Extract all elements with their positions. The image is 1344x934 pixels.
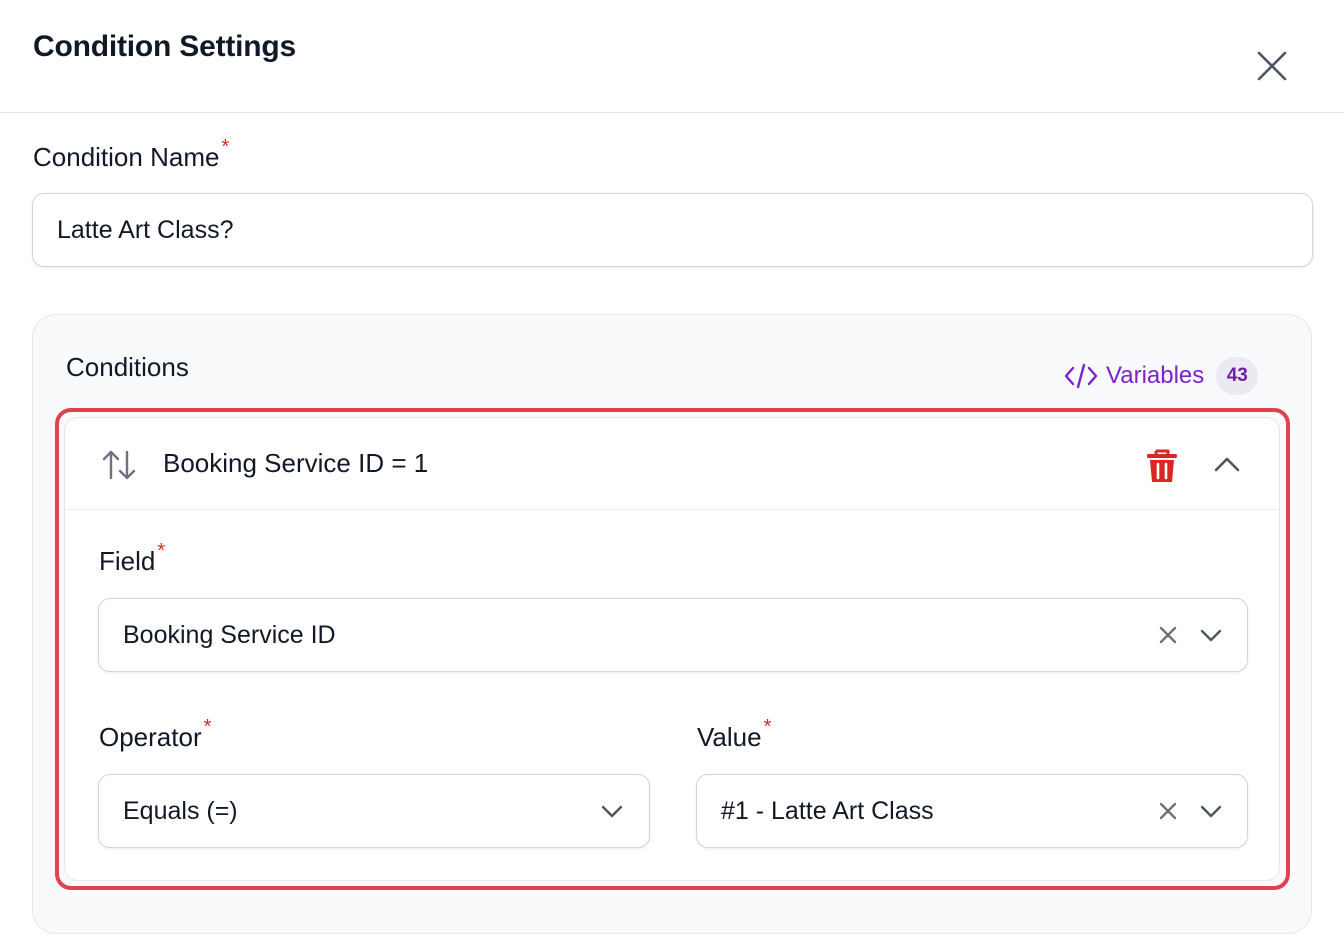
chevron-down-icon[interactable] — [1199, 800, 1223, 822]
field-select-value: Booking Service ID — [123, 620, 336, 649]
value-select[interactable]: #1 - Latte Art Class — [696, 774, 1248, 848]
variables-count-badge: 43 — [1216, 357, 1259, 395]
clear-value-icon[interactable] — [1157, 800, 1179, 822]
operator-label: Operator * — [99, 716, 211, 753]
field-label: Field * — [99, 540, 165, 577]
variables-button[interactable]: Variables 43 — [1064, 357, 1259, 395]
required-mark: * — [203, 716, 212, 738]
condition-name-label-text: Condition Name — [33, 142, 220, 172]
chevron-up-icon[interactable] — [1211, 450, 1243, 480]
chevron-down-icon[interactable] — [1199, 624, 1223, 646]
operator-select[interactable]: Equals (=) — [98, 774, 650, 848]
value-label-text: Value — [697, 722, 762, 752]
value-label: Value * — [697, 716, 771, 753]
condition-name-label: Condition Name * — [33, 136, 229, 173]
close-icon — [1257, 51, 1287, 81]
required-mark: * — [763, 716, 772, 738]
clear-field-icon[interactable] — [1157, 624, 1179, 646]
close-button[interactable] — [1250, 44, 1294, 88]
modal-title: Condition Settings — [33, 30, 297, 63]
required-mark: * — [157, 540, 166, 562]
code-icon — [1064, 363, 1098, 389]
condition-card: Booking Service ID = 1 Field * Booking Se… — [64, 417, 1280, 881]
field-label-text: Field — [99, 546, 156, 576]
delete-condition-icon[interactable] — [1145, 448, 1179, 484]
value-select-value: #1 - Latte Art Class — [721, 796, 934, 825]
modal-header: Condition Settings — [0, 0, 1344, 113]
condition-summary: Booking Service ID = 1 — [163, 448, 429, 478]
condition-card-header[interactable]: Booking Service ID = 1 — [65, 418, 1279, 510]
condition-name-input[interactable]: Latte Art Class? — [32, 193, 1313, 267]
field-select[interactable]: Booking Service ID — [98, 598, 1248, 672]
operator-label-text: Operator — [99, 722, 202, 752]
operator-select-value: Equals (=) — [123, 796, 238, 825]
conditions-title: Conditions — [66, 352, 189, 382]
variables-label: Variables — [1106, 362, 1205, 389]
required-mark: * — [221, 136, 230, 158]
chevron-down-icon[interactable] — [600, 800, 624, 822]
sort-arrows-icon[interactable] — [101, 448, 137, 482]
